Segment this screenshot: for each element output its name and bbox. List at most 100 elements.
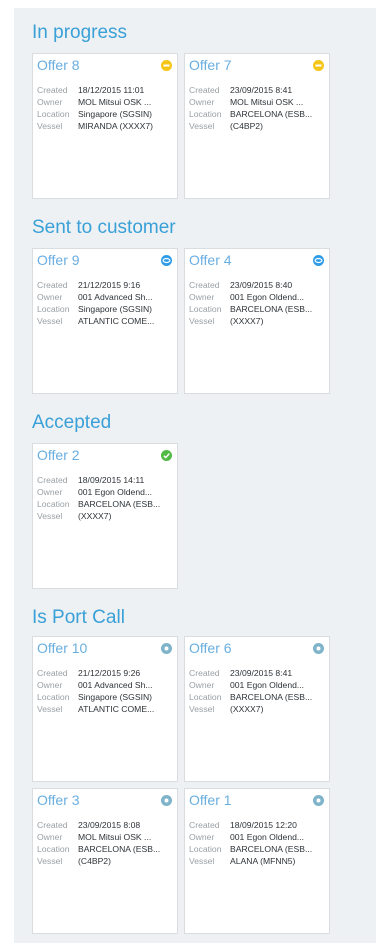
created-value: 23/09/2015 8:08 — [78, 820, 141, 830]
location-value: Singapore (SGSIN) — [78, 304, 153, 314]
vessel-value: ALANA (MFNN5) — [230, 856, 296, 866]
port-call-icon — [161, 795, 172, 806]
offer-title[interactable]: Offer 2 — [37, 447, 80, 463]
location-label: Location — [189, 844, 222, 854]
created-label: Created — [37, 85, 68, 95]
offer-card[interactable]: Offer 3 Created 23/09/2015 8:08 Owner MOL … — [32, 788, 178, 934]
vessel-label: Vessel — [37, 856, 63, 866]
owner-label: Owner — [189, 97, 215, 107]
vessel-label: Vessel — [37, 316, 63, 326]
location-value: BARCELONA (ESB... — [78, 499, 161, 509]
owner-label: Owner — [37, 292, 63, 302]
in-progress-icon — [313, 60, 324, 71]
vessel-label: Vessel — [37, 121, 63, 131]
created-value: 21/12/2015 9:16 — [78, 280, 141, 290]
owner-label: Owner — [189, 680, 215, 690]
owner-value: 001 Egon Oldend... — [230, 680, 305, 690]
location-label: Location — [189, 109, 222, 119]
vessel-value: (XXXX7) — [230, 704, 264, 714]
owner-value: MOL Mitsui OSK ... — [78, 832, 152, 842]
vessel-value: (C4BP2) — [230, 121, 263, 131]
created-value: 18/09/2015 12:20 — [230, 820, 297, 830]
section-title-in-progress: In progress — [32, 22, 128, 43]
port-call-icon — [313, 795, 324, 806]
sent-icon — [161, 255, 172, 266]
created-label: Created — [189, 280, 220, 290]
offer-card[interactable]: Offer 4 Created 23/09/2015 8:40 Owner 001 … — [184, 248, 330, 394]
owner-label: Owner — [37, 487, 63, 497]
vessel-value: ATLANTIC COME... — [78, 316, 155, 326]
vessel-value: (C4BP2) — [78, 856, 111, 866]
owner-value: MOL Mitsui OSK ... — [230, 97, 304, 107]
offer-title[interactable]: Offer 7 — [189, 57, 232, 73]
created-value: 23/09/2015 8:40 — [230, 280, 293, 290]
created-value: 18/12/2015 11:01 — [78, 85, 145, 95]
created-label: Created — [189, 85, 220, 95]
location-label: Location — [189, 692, 222, 702]
offer-card[interactable]: Offer 8 Created 18/12/2015 11:01 Owner MOL… — [32, 53, 178, 199]
created-label: Created — [37, 475, 68, 485]
owner-value: MOL Mitsui OSK ... — [78, 97, 152, 107]
port-call-icon — [313, 643, 324, 654]
vessel-label: Vessel — [189, 704, 215, 714]
vessel-value: MIRANDA (XXXX7) — [78, 121, 153, 131]
location-value: BARCELONA (ESB... — [78, 844, 161, 854]
created-value: 23/09/2015 8:41 — [230, 668, 293, 678]
offer-title[interactable]: Offer 10 — [37, 640, 87, 656]
created-value: 18/09/2015 14:11 — [78, 475, 145, 485]
offer-title[interactable]: Offer 8 — [37, 57, 80, 73]
location-value: BARCELONA (ESB... — [230, 844, 313, 854]
owner-label: Owner — [37, 832, 63, 842]
offer-title[interactable]: Offer 3 — [37, 792, 80, 808]
location-value: Singapore (SGSIN) — [78, 692, 153, 702]
owner-label: Owner — [37, 97, 63, 107]
vessel-value: (XXXX7) — [230, 316, 264, 326]
offer-card[interactable]: Offer 7 Created 23/09/2015 8:41 Owner MOL … — [184, 53, 330, 199]
owner-value: 001 Advanced Sh... — [78, 680, 153, 690]
vessel-label: Vessel — [189, 316, 215, 326]
created-label: Created — [189, 820, 220, 830]
vessel-label: Vessel — [189, 121, 215, 131]
created-label: Created — [189, 668, 220, 678]
location-label: Location — [37, 109, 70, 119]
offer-card[interactable]: Offer 2 Created 18/09/2015 14:11 Owner 001… — [32, 443, 178, 589]
offer-card[interactable]: Offer 10 Created 21/12/2015 9:26 Owner 001… — [32, 636, 178, 782]
owner-value: 001 Egon Oldend... — [230, 832, 305, 842]
created-label: Created — [37, 820, 68, 830]
vessel-value: ATLANTIC COME... — [78, 704, 155, 714]
location-value: BARCELONA (ESB... — [230, 692, 313, 702]
owner-label: Owner — [37, 680, 63, 690]
sent-icon — [313, 255, 324, 266]
offer-title[interactable]: Offer 4 — [189, 252, 232, 268]
section-title-sent-to-customer: Sent to customer — [32, 217, 176, 238]
created-label: Created — [37, 280, 68, 290]
offer-title[interactable]: Offer 9 — [37, 252, 80, 268]
vessel-label: Vessel — [37, 704, 63, 714]
offer-title[interactable]: Offer 6 — [189, 640, 232, 656]
location-value: BARCELONA (ESB... — [230, 304, 313, 314]
location-label: Location — [37, 844, 70, 854]
created-value: 23/09/2015 8:41 — [230, 85, 293, 95]
location-label: Location — [189, 304, 222, 314]
section-title-accepted: Accepted — [32, 412, 112, 433]
owner-label: Owner — [189, 292, 215, 302]
location-label: Location — [37, 692, 70, 702]
location-label: Location — [37, 499, 70, 509]
vessel-value: (XXXX7) — [78, 511, 112, 521]
offer-card[interactable]: Offer 6 Created 23/09/2015 8:41 Owner 001 … — [184, 636, 330, 782]
owner-value: 001 Advanced Sh... — [78, 292, 153, 302]
created-label: Created — [37, 668, 68, 678]
offer-card[interactable]: Offer 1 Created 18/09/2015 12:20 Owner 001… — [184, 788, 330, 934]
owner-value: 001 Egon Oldend... — [78, 487, 153, 497]
location-value: Singapore (SGSIN) — [78, 109, 153, 119]
owner-label: Owner — [189, 832, 215, 842]
vessel-label: Vessel — [189, 856, 215, 866]
offer-card[interactable]: Offer 9 Created 21/12/2015 9:16 Owner 001 … — [32, 248, 178, 394]
location-label: Location — [37, 304, 70, 314]
offer-title[interactable]: Offer 1 — [189, 792, 232, 808]
location-value: BARCELONA (ESB... — [230, 109, 313, 119]
created-value: 21/12/2015 9:26 — [78, 668, 141, 678]
vessel-label: Vessel — [37, 511, 63, 521]
check-circle-icon — [161, 450, 172, 461]
section-title-is-port-call: Is Port Call — [32, 607, 125, 628]
